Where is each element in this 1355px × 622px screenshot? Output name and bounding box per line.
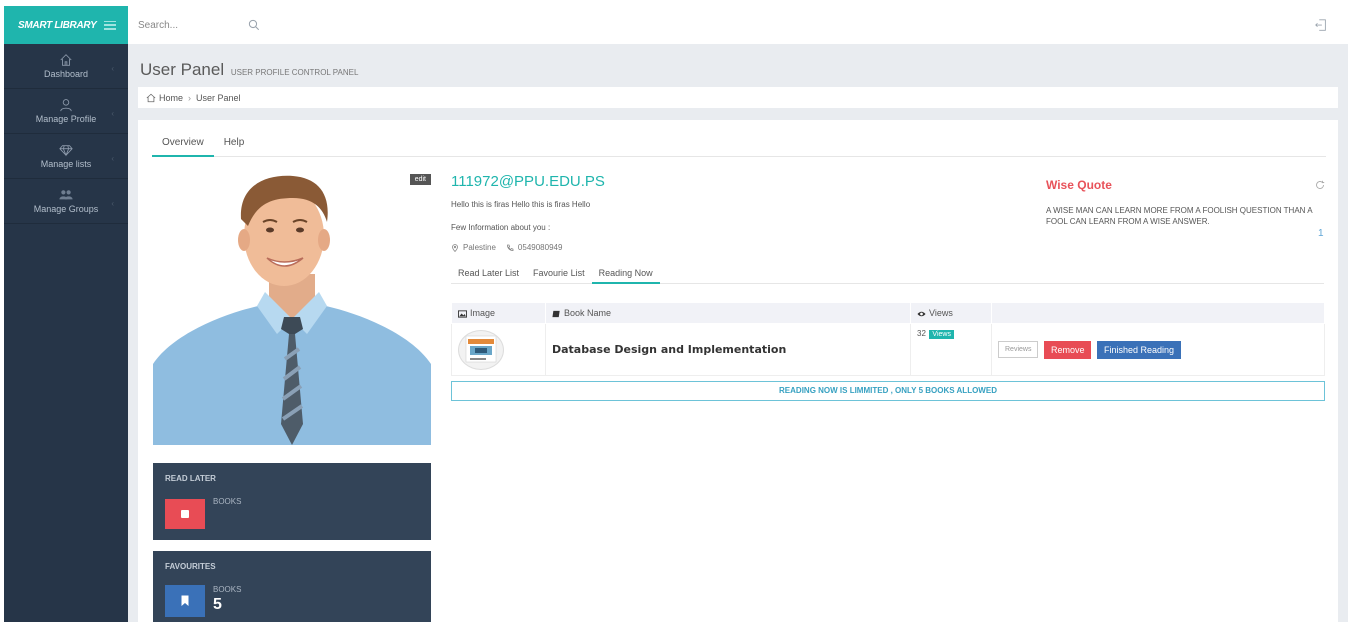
sidebar-item-label: Manage Groups xyxy=(33,204,99,214)
reviews-button[interactable]: Reviews xyxy=(998,341,1039,358)
brand-bar: SMART LIBRARY xyxy=(4,6,128,44)
profile-photo: edit xyxy=(153,174,431,445)
brand-title: SMART LIBRARY xyxy=(18,19,97,31)
remove-button[interactable]: Remove xyxy=(1043,340,1092,359)
column-header-views: Views xyxy=(910,302,992,324)
search-icon[interactable] xyxy=(248,19,260,31)
main-tabs: Overview Help xyxy=(152,136,1326,157)
logout-icon[interactable] xyxy=(1314,18,1328,32)
diamond-icon xyxy=(59,145,73,157)
sidebar-item-dashboard[interactable]: Dashboard ‹ xyxy=(4,44,128,89)
profile-few-info: Few Information about you : xyxy=(451,223,551,232)
map-pin-icon xyxy=(452,243,458,252)
main-panel: Overview Help edit READ LATER BOOKS FAVO… xyxy=(138,120,1338,622)
profile-contact: Palestine 0549080949 xyxy=(451,243,562,252)
search-input[interactable] xyxy=(138,19,248,31)
top-bar xyxy=(128,6,1348,44)
chevron-left-icon: ‹ xyxy=(111,109,114,118)
profile-bio: Hello this is firas Hello this is firas … xyxy=(451,200,591,209)
book-image-cell xyxy=(451,323,546,376)
column-header-image: Image xyxy=(451,302,546,324)
sidebar-item-label: Manage lists xyxy=(40,159,92,169)
column-header-actions xyxy=(991,302,1325,324)
breadcrumb-home-link[interactable]: Home xyxy=(159,93,183,103)
views-badge: Views xyxy=(929,330,954,339)
menu-toggle-icon[interactable] xyxy=(104,20,116,30)
image-icon xyxy=(458,310,467,318)
page-title: User Panel USER PROFILE CONTROL PANEL xyxy=(140,60,358,80)
book-cover-thumbnail[interactable] xyxy=(458,329,504,370)
profile-location: Palestine xyxy=(463,243,496,252)
read-later-icon-box xyxy=(165,499,205,529)
eye-icon xyxy=(917,311,926,316)
edit-photo-button[interactable]: edit xyxy=(409,174,431,185)
profile-email: 111972@PPU.EDU.PS xyxy=(451,173,605,190)
read-later-books-label: BOOKS xyxy=(213,497,242,506)
home-icon xyxy=(146,93,156,102)
favourites-title: FAVOURITES xyxy=(165,562,216,571)
actions-cell: Reviews Remove Finished Reading xyxy=(991,323,1325,376)
home-icon xyxy=(60,54,72,66)
sidebar-item-manage-groups[interactable]: Manage Groups ‹ xyxy=(4,179,128,224)
tab-read-later-list[interactable]: Read Later List xyxy=(451,266,526,284)
sidebar: SMART LIBRARY Dashboard ‹ Manage Profile… xyxy=(4,6,128,622)
breadcrumb: Home › User Panel xyxy=(138,87,1338,108)
list-tabs: Read Later List Favourie List Reading No… xyxy=(451,266,1324,284)
views-cell: 32 Views xyxy=(910,323,992,376)
sidebar-item-manage-profile[interactable]: Manage Profile ‹ xyxy=(4,89,128,134)
column-header-book-name: Book Name xyxy=(545,302,911,324)
phone-icon xyxy=(507,244,514,251)
favourites-icon-box xyxy=(165,585,205,617)
favourites-books-label: BOOKS xyxy=(213,585,242,594)
tab-favourite-list[interactable]: Favourie List xyxy=(526,266,592,284)
sidebar-item-manage-lists[interactable]: Manage lists ‹ xyxy=(4,134,128,179)
tab-overview[interactable]: Overview xyxy=(152,136,214,157)
reading-limit-alert: READING NOW IS LIMMITED , ONLY 5 BOOKS A… xyxy=(451,381,1325,401)
book-name[interactable]: Database Design and Implementation xyxy=(552,343,786,356)
chevron-left-icon: ‹ xyxy=(111,154,114,163)
page-title-text: User Panel xyxy=(140,60,225,79)
quote-number: 1 xyxy=(1318,228,1324,239)
table-header-row: Image Book Name Views xyxy=(451,302,1325,324)
views-count: 32 xyxy=(917,329,926,338)
book-icon xyxy=(552,310,560,317)
user-icon xyxy=(60,99,72,112)
book-icon xyxy=(181,510,189,518)
chevron-left-icon: ‹ xyxy=(111,64,114,73)
group-icon xyxy=(59,190,73,200)
quote-title: Wise Quote xyxy=(1046,178,1112,192)
profile-photo-image xyxy=(153,174,431,445)
bookmark-icon xyxy=(181,595,189,606)
sidebar-item-label: Manage Profile xyxy=(35,114,97,124)
tab-reading-now[interactable]: Reading Now xyxy=(591,266,660,284)
tab-help[interactable]: Help xyxy=(214,136,255,157)
refresh-icon[interactable] xyxy=(1315,180,1325,190)
profile-phone: 0549080949 xyxy=(517,243,563,252)
read-later-card[interactable]: READ LATER BOOKS xyxy=(153,463,431,540)
sidebar-item-label: Dashboard xyxy=(43,69,89,79)
reading-now-table: Image Book Name Views Database Design an… xyxy=(451,302,1325,376)
page-subtitle: USER PROFILE CONTROL PANEL xyxy=(230,68,359,77)
breadcrumb-current: User Panel xyxy=(196,92,241,103)
chevron-left-icon: ‹ xyxy=(111,199,114,208)
favourites-card[interactable]: FAVOURITES BOOKS 5 xyxy=(153,551,431,622)
book-name-cell: Database Design and Implementation xyxy=(545,323,911,376)
read-later-title: READ LATER xyxy=(165,474,216,483)
breadcrumb-separator: › xyxy=(188,92,192,103)
book-cover-image xyxy=(465,335,497,362)
finished-reading-button[interactable]: Finished Reading xyxy=(1097,340,1182,359)
table-row: Database Design and Implementation 32 Vi… xyxy=(451,323,1325,376)
favourites-count: 5 xyxy=(213,596,222,613)
quote-text: A WISE MAN CAN LEARN MORE FROM A FOOLISH… xyxy=(1046,206,1313,226)
